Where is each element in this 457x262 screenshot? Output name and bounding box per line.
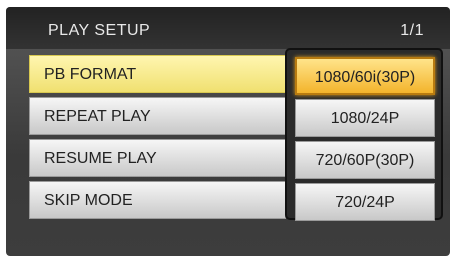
option-1080-60i[interactable]: 1080/60i(30P) xyxy=(295,57,435,95)
option-720-60p[interactable]: 720/60P(30P) xyxy=(295,141,435,179)
menu-title: PLAY SETUP xyxy=(48,22,151,39)
menu-header: PLAY SETUP 1/1 xyxy=(6,7,450,49)
play-setup-screen: PLAY SETUP 1/1 PB FORMAT REPEAT PLAY RES… xyxy=(6,7,450,256)
menu-item-pb-format[interactable]: PB FORMAT xyxy=(29,55,286,93)
menu-item-repeat-play[interactable]: REPEAT PLAY xyxy=(29,97,286,135)
menu-item-resume-play[interactable]: RESUME PLAY xyxy=(29,139,286,177)
page-indicator: 1/1 xyxy=(400,22,424,39)
settings-list: PB FORMAT REPEAT PLAY RESUME PLAY SKIP M… xyxy=(29,55,286,223)
menu-item-skip-mode[interactable]: SKIP MODE xyxy=(29,181,286,219)
option-panel: 1080/60i(30P) 1080/24P 720/60P(30P) 720/… xyxy=(285,48,443,221)
option-1080-24p[interactable]: 1080/24P xyxy=(295,99,435,137)
option-720-24p[interactable]: 720/24P xyxy=(295,183,435,221)
